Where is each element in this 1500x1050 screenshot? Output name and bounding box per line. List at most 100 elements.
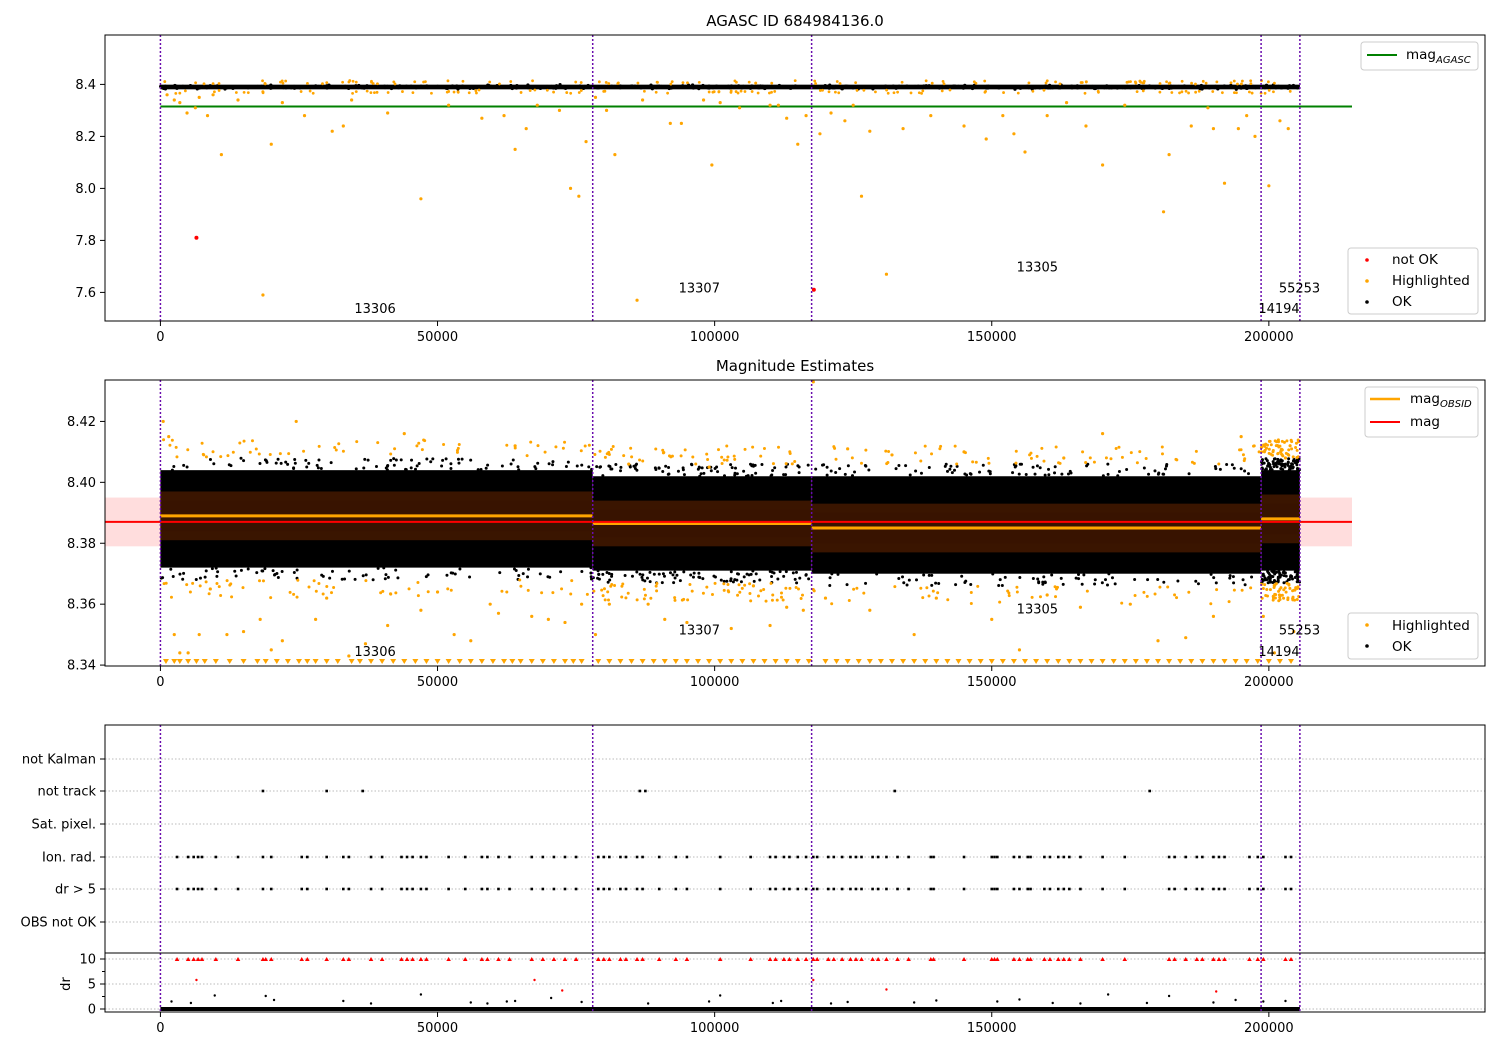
dr-capped-point bbox=[191, 957, 196, 961]
ok-point bbox=[1061, 582, 1065, 586]
dr-floor bbox=[160, 1007, 1300, 1011]
dr-capped-point bbox=[341, 957, 346, 961]
dr-point bbox=[707, 1000, 711, 1003]
flag-point bbox=[269, 887, 273, 891]
flag-point bbox=[400, 855, 403, 859]
highlight-edge-point bbox=[654, 447, 658, 451]
ok-point bbox=[1243, 583, 1247, 587]
highlight-edge-point bbox=[886, 91, 890, 95]
ok-point bbox=[1033, 472, 1037, 476]
flag-point bbox=[811, 855, 815, 859]
highlight-edge-point bbox=[279, 80, 282, 84]
flag-point bbox=[1223, 887, 1226, 891]
highlight-edge-point bbox=[1294, 441, 1298, 445]
highlight-edge-point bbox=[288, 590, 292, 594]
floor-marker bbox=[672, 659, 679, 664]
ok-point bbox=[726, 84, 730, 88]
highlight-edge-point bbox=[609, 447, 613, 451]
ok-point bbox=[414, 86, 418, 90]
floor-marker bbox=[833, 659, 840, 664]
floor-marker bbox=[844, 659, 851, 664]
ok-point bbox=[830, 572, 834, 576]
agasc-xtick-label-4: 200000 bbox=[1244, 330, 1294, 345]
highlight-edge-point bbox=[552, 90, 555, 94]
highlight-edge-point bbox=[924, 79, 928, 83]
highlight-edge-point bbox=[788, 450, 792, 454]
magnitude-legend-upper: magOBSID mag bbox=[1364, 386, 1479, 438]
highlighted-point bbox=[186, 651, 190, 655]
ok-point bbox=[709, 469, 713, 473]
flag-point bbox=[447, 855, 450, 859]
ok-point bbox=[652, 572, 656, 576]
flag-point bbox=[596, 887, 600, 891]
floor-marker bbox=[1132, 659, 1139, 664]
highlight-edge-point bbox=[234, 91, 238, 94]
ok-point bbox=[413, 467, 417, 471]
ok-point bbox=[778, 570, 782, 574]
dr-capped-point bbox=[673, 957, 679, 961]
ok-point bbox=[747, 85, 751, 89]
agasc-ytick-label-0: 7.6 bbox=[75, 286, 96, 301]
highlighted-point bbox=[859, 194, 864, 198]
ok-point bbox=[667, 472, 671, 476]
dr-point bbox=[513, 999, 517, 1003]
highlight-edge-point bbox=[725, 458, 729, 462]
highlighted-point bbox=[1267, 184, 1271, 188]
highlighted-point bbox=[535, 103, 539, 107]
ok-point bbox=[566, 460, 570, 464]
highlight-edge-point bbox=[1239, 448, 1243, 452]
ok-point bbox=[662, 574, 666, 578]
ok-point bbox=[1246, 472, 1250, 476]
ok-point bbox=[965, 473, 969, 477]
ok-point bbox=[1146, 578, 1150, 582]
ok-point bbox=[225, 86, 229, 90]
dr-point bbox=[996, 1000, 999, 1003]
highlighted-point bbox=[768, 103, 772, 107]
highlight-edge-point bbox=[457, 442, 461, 446]
highlight-edge-point bbox=[629, 446, 633, 450]
ok-point bbox=[1276, 575, 1280, 579]
flag-point bbox=[1079, 855, 1082, 859]
highlight-edge-point bbox=[770, 598, 774, 602]
highlight-edge-point bbox=[449, 588, 453, 592]
highlight-edge-point bbox=[334, 448, 338, 452]
flag-point bbox=[685, 855, 689, 859]
ok-point bbox=[729, 463, 733, 467]
dr-capped-point bbox=[1028, 957, 1033, 961]
ok-point bbox=[945, 469, 949, 473]
ok-point bbox=[526, 575, 530, 579]
highlight-edge-point bbox=[456, 90, 460, 94]
ok-point bbox=[314, 84, 318, 89]
ok-point bbox=[641, 573, 645, 577]
highlight-edge-point bbox=[1170, 91, 1174, 94]
highlighted-point bbox=[580, 602, 584, 606]
flag-point bbox=[849, 855, 852, 859]
dr-ytick-label-1: 5 bbox=[88, 978, 96, 993]
dr-point bbox=[469, 1001, 472, 1004]
ok-point bbox=[460, 457, 464, 461]
flag-point bbox=[619, 855, 622, 859]
highlighted-point bbox=[593, 95, 598, 99]
ok-point bbox=[1295, 572, 1299, 576]
highlight-edge-point bbox=[1280, 453, 1284, 457]
highlight-edge-point bbox=[551, 591, 555, 595]
highlight-edge-point bbox=[325, 585, 329, 589]
ok-point bbox=[1232, 581, 1236, 585]
ok-point bbox=[645, 576, 649, 580]
ok-point bbox=[794, 570, 798, 574]
dr-red-point bbox=[1215, 990, 1218, 993]
ok-point bbox=[234, 574, 238, 578]
agasc-ytick-label-1: 7.8 bbox=[75, 234, 96, 249]
flag-point bbox=[962, 887, 966, 891]
ok-point bbox=[641, 85, 645, 89]
highlight-edge-point bbox=[430, 91, 433, 95]
highlight-edge-point bbox=[351, 79, 355, 83]
highlight-edge-point bbox=[585, 592, 589, 596]
flag-point bbox=[815, 887, 819, 891]
flag-point bbox=[602, 887, 606, 891]
highlight-edge-point bbox=[611, 445, 615, 449]
flag-point bbox=[811, 887, 815, 891]
floor-marker bbox=[1121, 659, 1128, 664]
ok-point bbox=[599, 465, 603, 469]
highlight-edge-point bbox=[656, 81, 659, 84]
